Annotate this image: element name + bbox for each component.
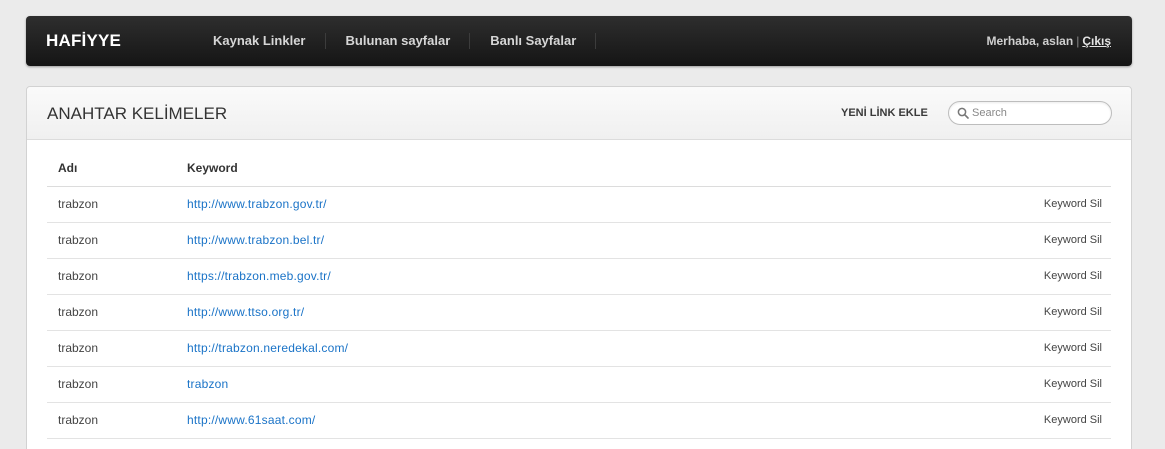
user-box: Merhaba, aslan | Çıkış xyxy=(986,16,1111,66)
column-header-actions xyxy=(831,150,1111,187)
nav-divider xyxy=(595,33,597,49)
nav-item-label: Kaynak Linkler xyxy=(213,33,306,48)
search-icon xyxy=(957,107,969,119)
row-name: trabzon xyxy=(47,330,176,367)
nav-item-bulunan-sayfalar[interactable]: Bulunan sayfalar xyxy=(326,16,471,66)
delete-keyword-button[interactable]: Keyword Sil xyxy=(831,258,1111,295)
top-navbar: HAFİYYE Kaynak Linkler Bulunan sayfalar … xyxy=(26,16,1132,66)
keyword-link[interactable]: https://trabzon.meb.gov.tr/ xyxy=(187,269,331,283)
delete-keyword-button[interactable]: Keyword Sil xyxy=(831,402,1111,439)
keyword-link[interactable]: http://www.trabzon.bel.tr/ xyxy=(187,233,324,247)
logout-link[interactable]: Çıkış xyxy=(1082,34,1111,48)
user-separator: | xyxy=(1076,34,1080,48)
keyword-link[interactable]: http://www.trabzon.gov.tr/ xyxy=(187,197,327,211)
column-header-keyword: Keyword xyxy=(176,150,832,187)
delete-keyword-button[interactable]: Keyword Sil xyxy=(831,366,1111,403)
row-name: trabzon xyxy=(47,294,176,331)
keywords-panel: ANAHTAR KELİMELER YENİ LİNK EKLE Adı Key… xyxy=(26,86,1132,449)
keyword-link[interactable]: http://www.61saat.com/ xyxy=(187,413,315,427)
nav-item-kaynak-linkler[interactable]: Kaynak Linkler xyxy=(193,16,326,66)
nav-item-banli-sayfalar[interactable]: Banlı Sayfalar xyxy=(470,16,597,66)
nav-item-label: Bulunan sayfalar xyxy=(345,33,451,48)
panel-header: ANAHTAR KELİMELER YENİ LİNK EKLE xyxy=(27,87,1131,140)
row-name: trabzon xyxy=(47,258,176,295)
keyword-link[interactable]: http://www.ttso.org.tr/ xyxy=(187,305,304,319)
row-name: trabzon xyxy=(47,366,176,403)
user-greeting: Merhaba, aslan xyxy=(986,34,1074,48)
nav-item-label: Banlı Sayfalar xyxy=(490,33,577,48)
page-title: ANAHTAR KELİMELER xyxy=(47,104,228,123)
row-name: trabzon xyxy=(47,402,176,439)
brand-logo[interactable]: HAFİYYE xyxy=(46,16,121,66)
table-row: trabzon http://www.trabzon.bel.tr/ Keywo… xyxy=(47,222,1111,259)
delete-keyword-button[interactable]: Keyword Sil xyxy=(831,222,1111,259)
table-row: trabzon http://trabzon.neredekal.com/ Ke… xyxy=(47,330,1111,367)
delete-keyword-button[interactable]: Keyword Sil xyxy=(831,186,1111,223)
row-name: trabzon xyxy=(47,186,176,223)
delete-keyword-button[interactable]: Keyword Sil xyxy=(831,294,1111,331)
table-row: trabzon http://www.trabzon.gov.tr/ Keywo… xyxy=(47,186,1111,223)
delete-keyword-button[interactable]: Keyword Sil xyxy=(831,330,1111,367)
keywords-table: Adı Keyword trabzon http://www.trabzon.g… xyxy=(47,150,1111,439)
row-name: trabzon xyxy=(47,222,176,259)
table-header-row: Adı Keyword xyxy=(47,150,1111,187)
column-header-name: Adı xyxy=(47,150,176,187)
keyword-link[interactable]: http://trabzon.neredekal.com/ xyxy=(187,341,348,355)
search-input[interactable] xyxy=(972,104,1102,122)
add-link-button[interactable]: YENİ LİNK EKLE xyxy=(841,87,928,140)
search-box[interactable] xyxy=(948,101,1112,125)
table-row: trabzon https://trabzon.meb.gov.tr/ Keyw… xyxy=(47,258,1111,295)
table-row: trabzon http://www.61saat.com/ Keyword S… xyxy=(47,402,1111,439)
main-nav: Kaynak Linkler Bulunan sayfalar Banlı Sa… xyxy=(193,16,597,66)
keyword-link[interactable]: trabzon xyxy=(187,377,228,391)
table-row: trabzon http://www.ttso.org.tr/ Keyword … xyxy=(47,294,1111,331)
table-row: trabzon trabzon Keyword Sil xyxy=(47,366,1111,403)
